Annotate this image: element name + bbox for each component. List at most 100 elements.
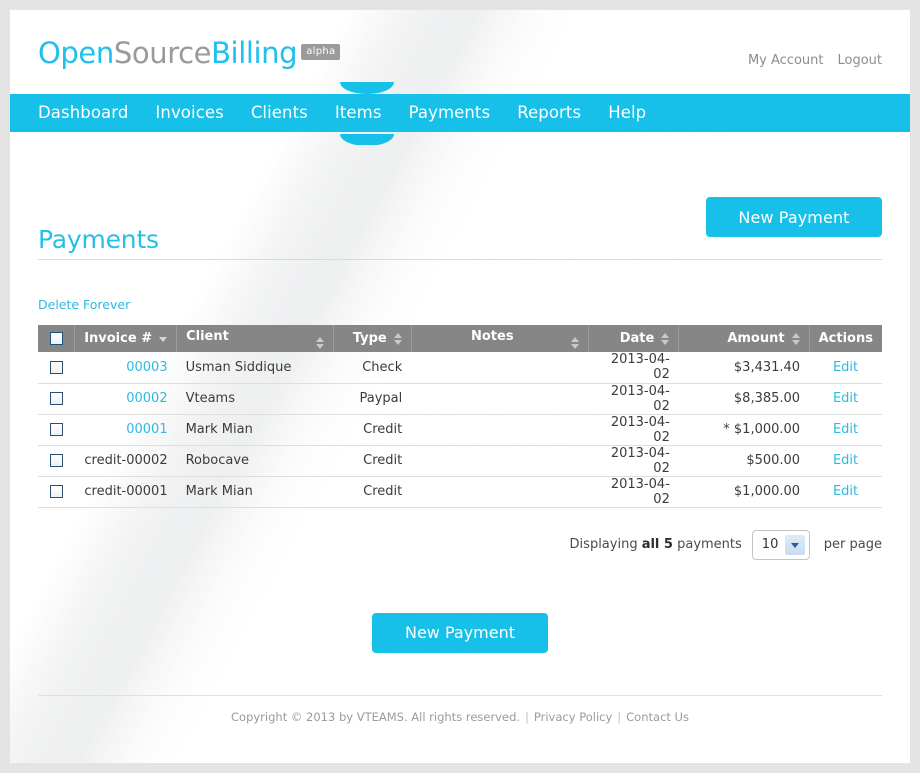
cell-amount: * $1,000.00	[678, 414, 810, 446]
cell-notes	[411, 476, 589, 508]
new-payment-bottom-wrap: New Payment	[38, 612, 882, 653]
logo-part-open: Open	[38, 36, 114, 70]
nav-item-items[interactable]: Items	[335, 94, 382, 132]
per-page-select[interactable]: 10	[751, 529, 810, 560]
column-header-notes[interactable]: Notes	[410, 325, 589, 352]
sort-desc-icon	[159, 332, 168, 345]
header-links: My Account Logout	[734, 53, 882, 68]
page-title: Payments	[38, 225, 159, 254]
logout-link[interactable]: Logout	[837, 53, 882, 68]
displaying-suffix: payments	[672, 537, 742, 552]
cell-invoice: 00001	[74, 414, 177, 446]
table-row: 00001 Mark Mian Credit 2013-04-02 * $1,000.0…	[38, 414, 882, 446]
footer-separator-1: |	[525, 709, 529, 724]
row-checkbox[interactable]	[49, 423, 63, 436]
sort-both-icon	[791, 332, 800, 345]
row-checkbox[interactable]	[49, 454, 63, 467]
invoice-text: credit-00002	[84, 453, 168, 468]
cell-date: 2013-04-02	[588, 445, 679, 477]
my-account-link[interactable]: My Account	[748, 53, 824, 68]
invoice-link[interactable]: 00002	[126, 391, 167, 406]
cell-type: Credit	[333, 445, 412, 477]
invoice-link[interactable]: 00003	[126, 360, 167, 375]
row-select-cell[interactable]	[38, 352, 75, 384]
site-footer: Copyright © 2013 by VTEAMS. All rights r…	[38, 694, 882, 724]
edit-link[interactable]: Edit	[833, 453, 858, 468]
cell-notes	[411, 414, 589, 446]
column-header-amount[interactable]: Amount	[678, 325, 810, 352]
per-page-value: 10	[761, 536, 779, 552]
nav-item-reports[interactable]: Reports	[517, 94, 581, 132]
chevron-down-icon	[784, 534, 805, 555]
delete-forever-link[interactable]: Delete Forever	[38, 297, 130, 312]
edit-link[interactable]: Edit	[833, 484, 858, 499]
logo[interactable]: OpenSourceBilling alpha	[38, 36, 341, 70]
table-row: 00003 Usman Siddique Check 2013-04-02 $3,431…	[38, 352, 882, 384]
cell-amount: $500.00	[678, 445, 810, 477]
cell-amount: $3,431.40	[678, 352, 810, 384]
title-underline	[38, 259, 882, 260]
new-payment-button-top[interactable]: New Payment	[706, 197, 882, 237]
row-select-cell[interactable]	[38, 445, 75, 477]
nav-item-help[interactable]: Help	[608, 94, 646, 132]
column-header-type[interactable]: Type	[333, 325, 412, 352]
select-all-checkbox[interactable]	[49, 332, 63, 345]
cell-invoice: credit-00001	[74, 476, 177, 508]
invoice-link[interactable]: 00001	[126, 422, 167, 437]
new-payment-button-bottom[interactable]: New Payment	[372, 612, 548, 653]
nav-item-payments[interactable]: Payments	[409, 94, 491, 132]
cell-client: Usman Siddique	[176, 352, 334, 384]
row-checkbox[interactable]	[49, 392, 63, 405]
row-checkbox[interactable]	[49, 360, 63, 374]
footer-separator-2: |	[617, 709, 622, 724]
column-header-notes-label: Notes	[470, 328, 514, 344]
cell-invoice: 00003	[74, 352, 177, 384]
cell-notes	[411, 445, 589, 477]
table-body: 00003 Usman Siddique Check 2013-04-02 $3,431…	[38, 352, 882, 508]
cell-client: Mark Mian	[176, 414, 334, 446]
main-nav: Dashboard Invoices Clients Items Payment…	[10, 82, 910, 145]
displaying-text: Displaying all 5 payments	[570, 537, 742, 552]
cell-actions: Edit	[809, 383, 882, 415]
nav-item-clients[interactable]: Clients	[251, 94, 308, 132]
edit-link[interactable]: Edit	[833, 391, 858, 406]
cell-client: Vteams	[176, 383, 334, 415]
row-select-cell[interactable]	[38, 476, 75, 508]
row-checkbox[interactable]	[49, 485, 63, 498]
column-header-select-all[interactable]	[38, 325, 76, 352]
cell-actions: Edit	[809, 445, 882, 477]
column-header-type-label: Type	[352, 331, 387, 346]
page-card: OpenSourceBilling alpha My Account Logout …	[10, 10, 910, 763]
privacy-policy-link[interactable]: Privacy Policy	[534, 710, 612, 724]
logo-part-source: Source	[113, 36, 212, 70]
invoice-text: credit-00001	[84, 484, 168, 499]
displaying-prefix: Displaying	[569, 537, 642, 552]
column-header-invoice[interactable]: Invoice #	[74, 325, 178, 352]
edit-link[interactable]: Edit	[833, 360, 858, 375]
cell-date: 2013-04-02	[588, 383, 679, 415]
nav-item-invoices[interactable]: Invoices	[155, 94, 223, 132]
cell-date: 2013-04-02	[588, 352, 679, 384]
column-header-actions-label: Actions	[818, 331, 873, 346]
table-row: credit-00002 Robocave Credit 2013-04-02 $500…	[38, 445, 882, 477]
cell-type: Credit	[333, 476, 412, 508]
page-title-row: Payments New Payment	[38, 197, 882, 260]
footer-copyright: Copyright © 2013 by VTEAMS. All rights r…	[231, 709, 521, 724]
row-select-cell[interactable]	[38, 414, 75, 446]
pagination-controls: Displaying all 5 payments 10 per page	[38, 529, 882, 560]
row-select-cell[interactable]	[38, 383, 75, 415]
contact-us-link[interactable]: Contact Us	[626, 710, 689, 724]
edit-link[interactable]: Edit	[833, 422, 858, 437]
cell-amount: $8,385.00	[678, 383, 810, 415]
cell-type: Credit	[333, 414, 412, 446]
cell-date: 2013-04-02	[588, 414, 679, 446]
cell-actions: Edit	[809, 352, 882, 384]
column-header-client[interactable]: Client	[176, 325, 335, 352]
column-header-date[interactable]: Date	[587, 325, 680, 352]
sort-both-icon	[661, 332, 670, 345]
sort-both-icon	[316, 336, 325, 349]
nav-item-dashboard[interactable]: Dashboard	[38, 94, 128, 132]
logo-part-billing: Billing	[211, 36, 298, 70]
table-row: credit-00001 Mark Mian Credit 2013-04-02 $1,…	[38, 476, 882, 508]
table-header-row: Invoice # Client Type Notes Date Amount …	[38, 325, 882, 352]
